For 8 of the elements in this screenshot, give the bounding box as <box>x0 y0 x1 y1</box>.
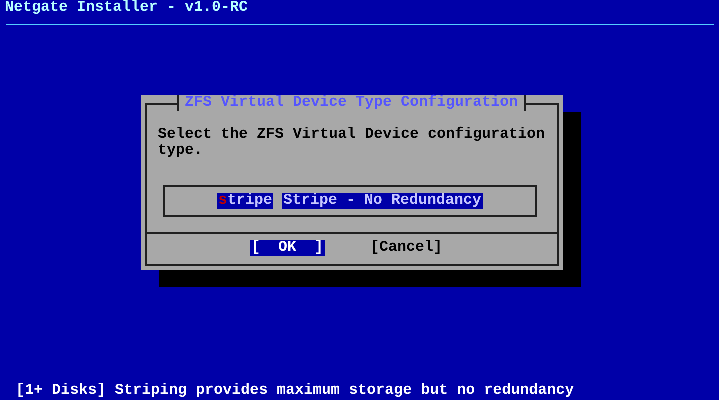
menu-item-tag[interactable]: stripe <box>217 193 274 209</box>
header-title: Netgate Installer - v1.0-RC <box>4 0 250 16</box>
dialog-title: ZFS Virtual Device Type Configuration <box>177 95 526 111</box>
ok-button[interactable]: [ OK ] <box>250 240 324 256</box>
status-text: [1+ Disks] Striping provides maximum storage but no redundancy <box>15 383 576 399</box>
cancel-button[interactable]: [Cancel] <box>370 240 444 256</box>
dialog-prompt: Select the ZFS Virtual Device configuration type. <box>158 127 546 159</box>
menu-item-description[interactable]: Stripe - No Redundancy <box>282 193 483 209</box>
